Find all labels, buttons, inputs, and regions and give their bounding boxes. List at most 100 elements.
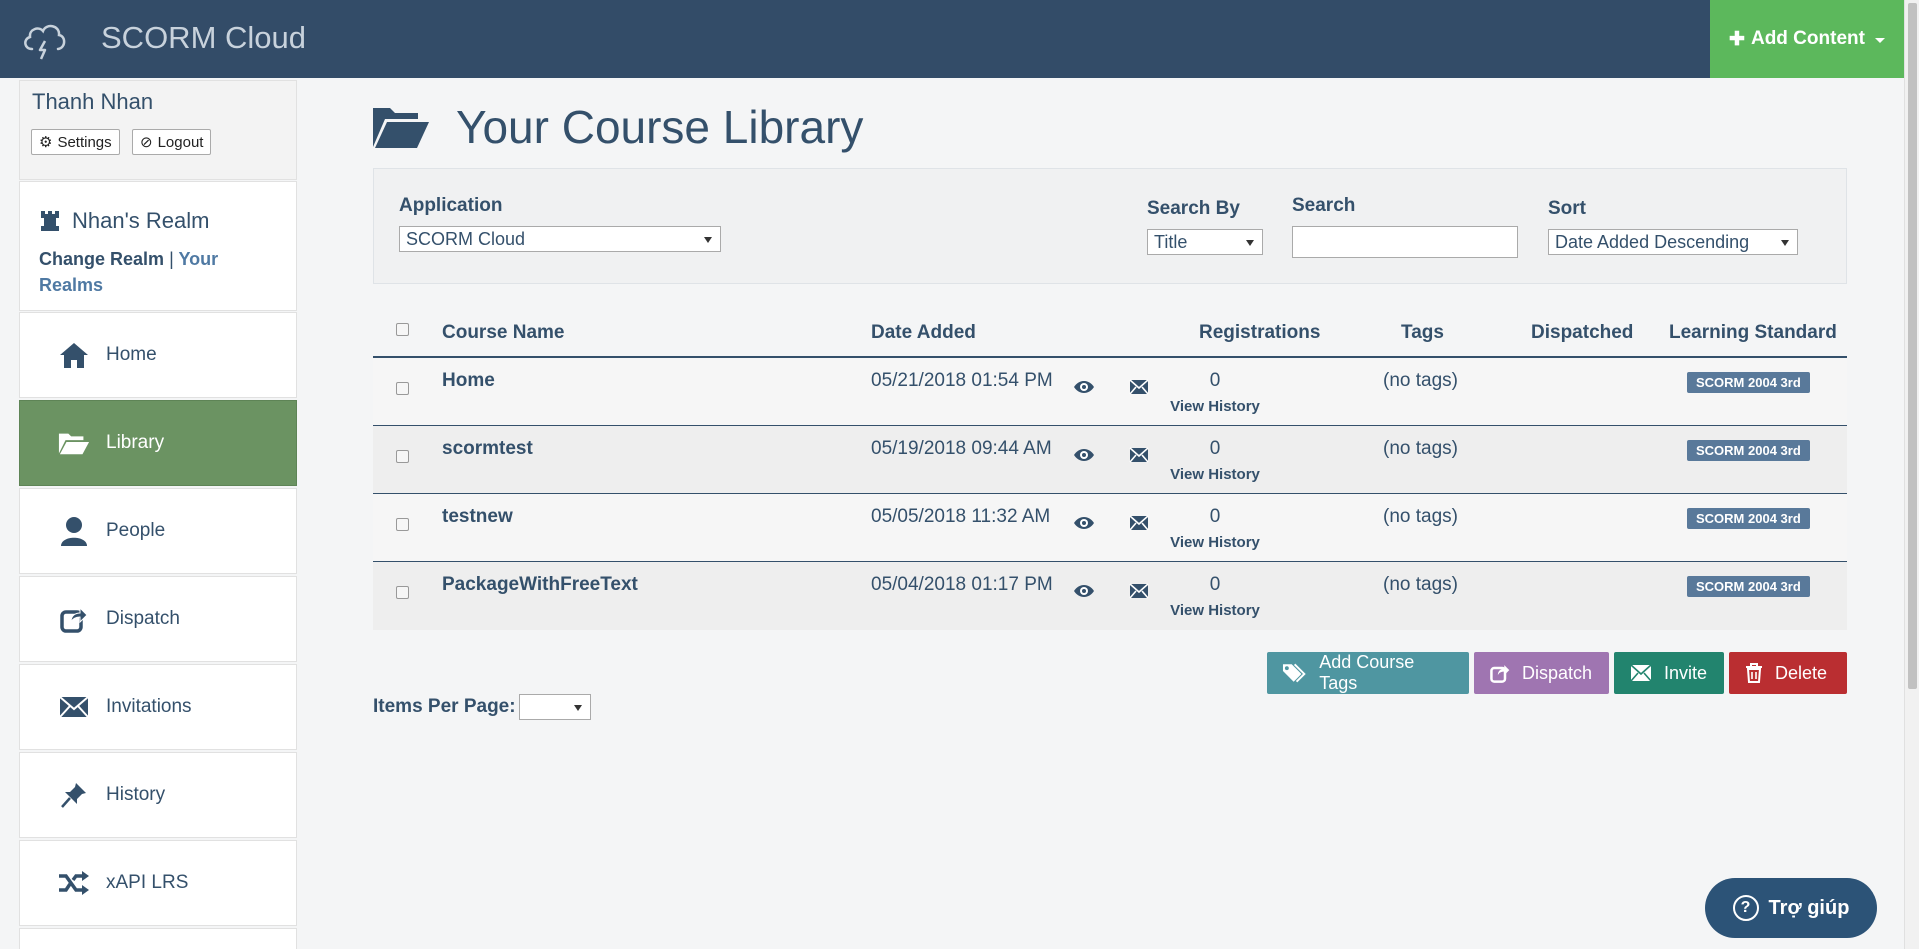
- add-course-tags-button[interactable]: Add Course Tags: [1267, 652, 1469, 694]
- registrations-count: 0: [1209, 574, 1221, 595]
- delete-label: Delete: [1775, 662, 1828, 683]
- learning-standard-badge: SCORM 2004 3rd: [1687, 440, 1810, 461]
- cloud-logo-icon[interactable]: [20, 17, 68, 61]
- column-header-course-name[interactable]: Course Name: [442, 322, 565, 344]
- items-per-page-select[interactable]: [519, 694, 591, 720]
- chevron-down-icon: [1781, 240, 1789, 246]
- search-by-select[interactable]: Title: [1147, 229, 1263, 255]
- sidebar-item-library[interactable]: Library: [19, 400, 297, 486]
- column-header-date-added[interactable]: Date Added: [871, 322, 976, 344]
- filter-panel: Application SCORM Cloud Search By Title …: [373, 168, 1847, 284]
- search-by-label: Search By: [1147, 198, 1240, 219]
- items-per-page-label: Items Per Page:: [373, 696, 516, 717]
- logout-button[interactable]: ⊘ Logout: [132, 129, 212, 155]
- folder-open-icon: [58, 427, 90, 459]
- envelope-icon[interactable]: [1128, 514, 1150, 532]
- chevron-down-icon: [1246, 240, 1254, 246]
- row-checkbox[interactable]: [396, 382, 409, 395]
- row-checkbox[interactable]: [396, 586, 409, 599]
- realm-title: Nhan's Realm: [40, 208, 209, 234]
- column-header-registrations[interactable]: Registrations: [1199, 322, 1320, 344]
- row-checkbox[interactable]: [396, 450, 409, 463]
- row-checkbox[interactable]: [396, 518, 409, 531]
- select-all-checkbox[interactable]: [396, 323, 409, 336]
- sidebar-item-label: Home: [106, 344, 157, 365]
- application-select-value: SCORM Cloud: [406, 228, 526, 249]
- view-history-link[interactable]: View History: [1158, 398, 1272, 415]
- eye-icon[interactable]: [1073, 514, 1095, 532]
- castle-rook-icon: [41, 211, 59, 231]
- sidebar-item-label: History: [106, 784, 166, 805]
- search-input[interactable]: [1292, 226, 1518, 258]
- envelope-icon[interactable]: [1128, 446, 1150, 464]
- registrations-count: 0: [1209, 438, 1221, 459]
- sidebar-item-history[interactable]: History: [19, 752, 297, 838]
- tags-icon: [1282, 663, 1306, 683]
- course-name-link[interactable]: Home: [442, 370, 495, 392]
- share-icon: [1490, 665, 1510, 683]
- sidebar-item-dispatch[interactable]: Dispatch: [19, 576, 297, 662]
- learning-standard-badge: SCORM 2004 3rd: [1687, 508, 1810, 529]
- person-icon: [58, 515, 90, 547]
- add-content-button[interactable]: ✚ Add Content: [1710, 0, 1904, 78]
- invite-label: Invite: [1664, 662, 1708, 683]
- view-history-link[interactable]: View History: [1158, 466, 1272, 483]
- add-course-tags-label: Add Course Tags: [1319, 652, 1415, 693]
- sidebar-item-people[interactable]: People: [19, 488, 297, 574]
- search-by-select-value: Title: [1154, 231, 1188, 252]
- chevron-down-icon: [574, 705, 582, 711]
- dispatch-button[interactable]: Dispatch: [1474, 652, 1609, 694]
- scrollbar[interactable]: [1904, 0, 1919, 949]
- sort-label: Sort: [1548, 198, 1586, 219]
- sort-select[interactable]: Date Added Descending: [1548, 229, 1798, 255]
- eye-icon[interactable]: [1073, 378, 1095, 396]
- date-added: 05/05/2018 11:32 AM: [871, 506, 1051, 527]
- realm-name: Nhan's Realm: [72, 208, 210, 233]
- delete-button[interactable]: Delete: [1729, 652, 1847, 694]
- eye-icon[interactable]: [1073, 446, 1095, 464]
- view-history-link[interactable]: View History: [1158, 534, 1272, 551]
- sidebar-item-invitations[interactable]: Invitations: [19, 664, 297, 750]
- envelope-icon[interactable]: [1128, 378, 1150, 396]
- view-history-link[interactable]: View History: [1158, 602, 1272, 619]
- column-header-tags[interactable]: Tags: [1401, 322, 1444, 344]
- date-added: 05/19/2018 09:44 AM: [871, 438, 1052, 459]
- app-title[interactable]: SCORM Cloud: [101, 20, 306, 56]
- course-name-link[interactable]: PackageWithFreeText: [442, 574, 638, 596]
- gear-icon: ⚙: [39, 134, 53, 151]
- envelope-icon: [58, 691, 90, 723]
- date-added: 05/04/2018 01:17 PM: [871, 574, 1053, 595]
- help-button[interactable]: ? Trợ giúp: [1705, 878, 1877, 938]
- caret-down-icon: [1874, 38, 1885, 43]
- application-select[interactable]: SCORM Cloud: [399, 226, 721, 252]
- course-name-link[interactable]: scormtest: [442, 438, 533, 460]
- table-row: PackageWithFreeText 05/04/2018 01:17 PM …: [373, 562, 1847, 630]
- envelope-icon[interactable]: [1128, 582, 1150, 600]
- settings-button[interactable]: ⚙ Settings: [31, 129, 120, 155]
- home-icon: [58, 339, 90, 371]
- column-header-learning-standard[interactable]: Learning Standard: [1669, 322, 1837, 344]
- sidebar-item-home[interactable]: Home: [19, 312, 297, 398]
- scrollbar-thumb[interactable]: [1908, 3, 1917, 689]
- invite-button[interactable]: Invite: [1614, 652, 1724, 694]
- pushpin-icon: [58, 779, 90, 811]
- tags-value: (no tags): [1383, 438, 1458, 459]
- table-row: testnew 05/05/2018 11:32 AM 0 View Histo…: [373, 494, 1847, 562]
- column-header-dispatched[interactable]: Dispatched: [1531, 322, 1633, 344]
- course-name-link[interactable]: testnew: [442, 506, 513, 528]
- table-header: Course Name Date Added Registrations Tag…: [373, 312, 1847, 358]
- top-bar: SCORM Cloud ✚ Add Content: [0, 0, 1904, 78]
- eye-icon[interactable]: [1073, 582, 1095, 600]
- registrations-count: 0: [1209, 506, 1221, 527]
- sidebar-item-label: Invitations: [106, 696, 192, 717]
- realm-link-separator: |: [169, 249, 174, 269]
- realm-links: Change Realm | Your Realms: [39, 246, 279, 298]
- help-label: Trợ giúp: [1768, 896, 1850, 919]
- sidebar-item-label: People: [106, 520, 166, 541]
- sidebar-item-xapi-lrs[interactable]: xAPI LRS: [19, 840, 297, 926]
- table-row: Home 05/21/2018 01:54 PM 0 View History …: [373, 358, 1847, 426]
- question-circle-icon: ?: [1732, 895, 1759, 921]
- tags-value: (no tags): [1383, 574, 1458, 595]
- change-realm-link[interactable]: Change Realm: [39, 249, 164, 269]
- sidebar-item-more[interactable]: [19, 928, 297, 949]
